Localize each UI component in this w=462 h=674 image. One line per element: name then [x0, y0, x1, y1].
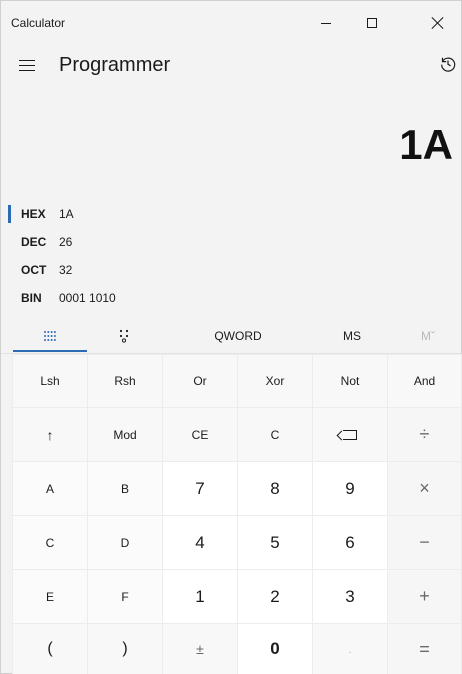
key-not[interactable]: Not — [312, 354, 388, 408]
radix-value: 26 — [59, 235, 73, 249]
radix-dec[interactable]: DEC 26 — [1, 229, 461, 257]
key-negate[interactable]: ± — [162, 623, 238, 674]
key-multiply[interactable]: × — [387, 461, 462, 516]
key-mod[interactable]: Mod — [87, 407, 163, 462]
close-button[interactable] — [415, 1, 461, 45]
key-3[interactable]: 3 — [312, 569, 388, 624]
maximize-button[interactable] — [349, 1, 395, 45]
bit-toggle-icon — [119, 329, 129, 343]
key-clear-entry[interactable]: CE — [162, 407, 238, 462]
title-bar: Calculator — [1, 1, 461, 45]
history-icon — [441, 57, 456, 72]
memory-store-button[interactable]: MS — [319, 319, 385, 353]
calculator-mode-title: Programmer — [59, 54, 171, 76]
key-8[interactable]: 8 — [237, 461, 313, 516]
minimize-button[interactable] — [303, 1, 349, 45]
key-9[interactable]: 9 — [312, 461, 388, 516]
radix-label: HEX — [21, 207, 46, 221]
window-title: Calculator — [11, 16, 66, 30]
key-c-hex[interactable]: C — [12, 515, 88, 570]
key-a[interactable]: A — [12, 461, 88, 516]
key-add[interactable]: + — [387, 569, 462, 624]
memory-recall-button[interactable]: Mˇ — [395, 319, 461, 353]
key-divide[interactable]: ÷ — [387, 407, 462, 462]
key-2[interactable]: 2 — [237, 569, 313, 624]
active-tab-indicator — [13, 350, 87, 352]
calculator-window: Calculator Programmer 1A HEX 1A DEC 26 O… — [0, 0, 462, 674]
radix-value: 0001 1010 — [59, 291, 116, 305]
word-size-button[interactable]: QWORD — [191, 319, 285, 353]
key-e[interactable]: E — [12, 569, 88, 624]
radix-value: 1A — [59, 207, 74, 221]
keypad-grid-icon — [44, 331, 56, 341]
key-and[interactable]: And — [387, 354, 462, 408]
key-5[interactable]: 5 — [237, 515, 313, 570]
key-rsh[interactable]: Rsh — [87, 354, 163, 408]
key-or[interactable]: Or — [162, 354, 238, 408]
radix-oct[interactable]: OCT 32 — [1, 257, 461, 285]
key-0[interactable]: 0 — [237, 623, 313, 674]
minimize-icon — [321, 22, 331, 24]
tab-bit-toggling-keypad[interactable] — [91, 319, 157, 353]
key-clear[interactable]: C — [237, 407, 313, 462]
key-backspace[interactable] — [312, 407, 388, 462]
key-1[interactable]: 1 — [162, 569, 238, 624]
key-d[interactable]: D — [87, 515, 163, 570]
key-f[interactable]: F — [87, 569, 163, 624]
history-button[interactable] — [439, 55, 459, 75]
backspace-icon — [343, 429, 357, 440]
radix-label: DEC — [21, 235, 47, 249]
selected-indicator — [8, 205, 11, 223]
key-b[interactable]: B — [87, 461, 163, 516]
radix-bin[interactable]: BIN 0001 1010 — [1, 285, 461, 313]
radix-value: 32 — [59, 263, 73, 277]
navigation-menu-button[interactable] — [17, 58, 39, 74]
key-4[interactable]: 4 — [162, 515, 238, 570]
radix-label: BIN — [21, 291, 42, 305]
key-close-paren[interactable]: ) — [87, 623, 163, 674]
maximize-icon — [367, 18, 377, 28]
key-decimal[interactable]: . — [312, 623, 388, 674]
result-display: 1A — [399, 121, 453, 168]
tab-full-keypad[interactable] — [13, 319, 87, 353]
key-subtract[interactable]: − — [387, 515, 462, 570]
key-open-paren[interactable]: ( — [12, 623, 88, 674]
key-6[interactable]: 6 — [312, 515, 388, 570]
key-shift-arrow[interactable]: ↑ — [12, 407, 88, 462]
key-equals[interactable]: = — [387, 623, 462, 674]
key-xor[interactable]: Xor — [237, 354, 313, 408]
hamburger-icon — [19, 60, 35, 61]
radix-label: OCT — [21, 263, 47, 277]
keypad-tabs: QWORD MS Mˇ — [1, 319, 461, 353]
close-icon — [432, 17, 444, 29]
radix-hex[interactable]: HEX 1A — [1, 201, 461, 229]
key-lsh[interactable]: Lsh — [12, 354, 88, 408]
key-7[interactable]: 7 — [162, 461, 238, 516]
